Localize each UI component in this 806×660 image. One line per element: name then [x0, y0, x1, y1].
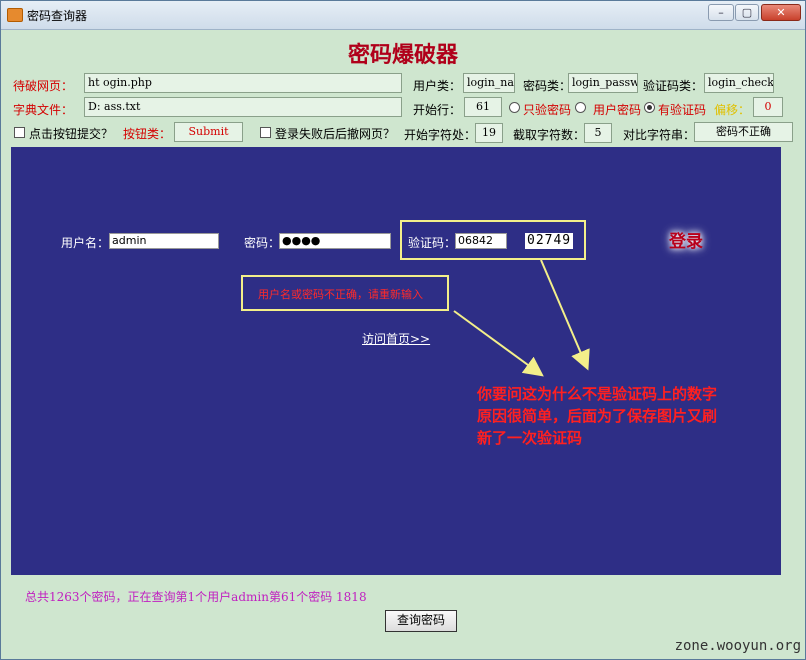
compare-label: 对比字符串： [623, 128, 696, 142]
target-url-input[interactable]: ht ogin.php [84, 73, 402, 93]
rollback-checkbox[interactable] [260, 127, 271, 138]
captcha-class-label: 验证码类： [643, 79, 704, 93]
minimize-button[interactable]: – [708, 4, 734, 21]
note-line-2: 原因很简单，后面为了保存图片又刷 [477, 407, 718, 425]
start-char-input[interactable]: 19 [475, 123, 503, 143]
button-class-label: 按钮类： [123, 127, 172, 141]
radio-captcha-label: 有验证码 [658, 103, 707, 117]
offset-label: 偏移： [714, 103, 751, 117]
cut-count-label: 截取字符数： [513, 128, 586, 142]
offset-input[interactable]: 0 [753, 97, 783, 117]
watermark: zone.wooyun.org [674, 638, 801, 654]
app-heading: 密码爆破器 [347, 43, 458, 68]
captcha-class-input[interactable]: login_check [704, 73, 774, 93]
start-row-label: 开始行： [413, 103, 462, 117]
title-bar: 密码查询器 – ▢ ✕ [1, 1, 805, 30]
browser-panel: 用户名： admin 密码： ●●●● 验证码： 06842 02749 登录 … [11, 147, 781, 575]
compare-input[interactable]: 密码不正确 [694, 122, 793, 142]
start-row-input[interactable]: 61 [464, 97, 502, 117]
rollback-label: 登录失败后后撤网页？ [275, 127, 396, 141]
radio-pass-only-label: 只验密码 [523, 103, 572, 117]
app-body: 密码爆破器 待破网页： ht ogin.php 用户类： login_na 密码… [1, 29, 805, 659]
close-button[interactable]: ✕ [761, 4, 801, 21]
arrow-to-error [453, 310, 544, 377]
user-class-label: 用户类： [413, 79, 462, 93]
note-line-1: 你要问这为什么不是验证码上的数字 [477, 385, 718, 403]
maximize-button[interactable]: ▢ [735, 4, 759, 21]
arrow-to-captcha [540, 259, 590, 371]
radio-user-pass[interactable] [575, 102, 586, 113]
cut-count-input[interactable]: 5 [584, 123, 612, 143]
app-icon [7, 8, 23, 22]
annotation-note: 你要问这为什么不是验证码上的数字 原因很简单，后面为了保存图片又刷 新了一次验证… [477, 383, 717, 449]
button-class-input[interactable]: Submit [174, 122, 243, 142]
click-submit-label: 点击按钮提交？ [29, 127, 114, 141]
annotation-arrows [453, 259, 590, 377]
radio-captcha[interactable] [644, 102, 655, 113]
click-submit-checkbox[interactable] [14, 127, 25, 138]
radio-pass-only[interactable] [509, 102, 520, 113]
target-url-label: 待破网页： [13, 79, 74, 93]
note-line-3: 新了一次验证码 [477, 429, 583, 447]
pass-class-input[interactable]: login_passw [568, 73, 638, 93]
user-class-input[interactable]: login_na [463, 73, 515, 93]
dict-file-input[interactable]: D: ass.txt [84, 97, 402, 117]
dict-file-label: 字典文件： [13, 103, 74, 117]
status-text: 总共1263个密码，正在查询第1个用户admin第61个密码 1818 [25, 590, 367, 604]
query-password-button[interactable]: 查询密码 [385, 610, 457, 632]
start-char-label: 开始字符处： [404, 128, 477, 142]
radio-user-pass-label: 用户密码 [593, 103, 642, 117]
pass-class-label: 密码类： [523, 79, 572, 93]
main-window: 密码查询器 – ▢ ✕ 密码爆破器 待破网页： ht ogin.php 用户类：… [0, 0, 806, 660]
window-title: 密码查询器 [27, 9, 88, 23]
